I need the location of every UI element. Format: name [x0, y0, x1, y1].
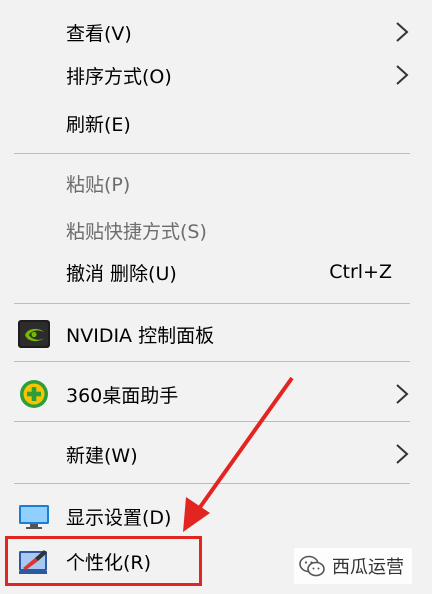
- menu-item-nvidia[interactable]: NVIDIA 控制面板: [0, 312, 432, 356]
- menu-separator: [14, 421, 410, 422]
- watermark-text: 西瓜运营: [332, 557, 404, 578]
- menu-item-view[interactable]: 查看(V): [0, 10, 432, 54]
- watermark: 西瓜运营: [294, 548, 412, 584]
- chevron-right-icon: [396, 444, 409, 464]
- menu-item-sort-label: 排序方式(O): [66, 65, 172, 88]
- menu-item-paste-label: 粘贴(P): [66, 173, 131, 196]
- menu-separator: [14, 153, 410, 154]
- chevron-right-icon: [396, 22, 409, 42]
- chevron-right-icon: [396, 65, 409, 85]
- menu-item-sort[interactable]: 排序方式(O): [0, 53, 432, 97]
- menu-item-paste[interactable]: 粘贴(P): [0, 161, 432, 205]
- menu-item-360-desktop-label: 360桌面助手: [66, 384, 179, 407]
- menu-item-360-desktop[interactable]: 360桌面助手: [0, 372, 432, 416]
- menu-item-view-label: 查看(V): [66, 22, 132, 45]
- wechat-icon: [299, 555, 325, 577]
- menu-item-undo-delete[interactable]: 撤消 删除(U) Ctrl+Z: [0, 250, 432, 294]
- menu-item-paste-shortcut-label: 粘贴快捷方式(S): [66, 220, 207, 243]
- 360-icon: [20, 380, 48, 408]
- chevron-right-icon: [396, 384, 409, 404]
- menu-separator: [14, 483, 410, 484]
- menu-item-refresh-label: 刷新(E): [66, 113, 131, 136]
- menu-item-nvidia-label: NVIDIA 控制面板: [66, 324, 215, 347]
- menu-item-undo-delete-label: 撤消 删除(U): [66, 262, 177, 285]
- menu-item-paste-shortcut[interactable]: 粘贴快捷方式(S): [0, 208, 432, 252]
- menu-item-display-settings-label: 显示设置(D): [66, 506, 172, 529]
- nvidia-icon: [18, 320, 50, 348]
- highlight-box-personalize: [5, 536, 202, 586]
- menu-separator: [14, 303, 410, 304]
- context-menu: 查看(V) 排序方式(O) 刷新(E) 粘贴(P) 粘贴快捷方式(S) 撤消 删…: [0, 0, 432, 594]
- menu-item-new[interactable]: 新建(W): [0, 432, 432, 476]
- menu-item-refresh[interactable]: 刷新(E): [0, 101, 432, 145]
- menu-item-new-label: 新建(W): [66, 444, 138, 467]
- menu-item-display-settings[interactable]: 显示设置(D): [0, 494, 432, 538]
- shortcut-ctrl-z: Ctrl+Z: [329, 261, 392, 283]
- monitor-icon: [19, 505, 49, 529]
- menu-separator: [14, 361, 410, 362]
